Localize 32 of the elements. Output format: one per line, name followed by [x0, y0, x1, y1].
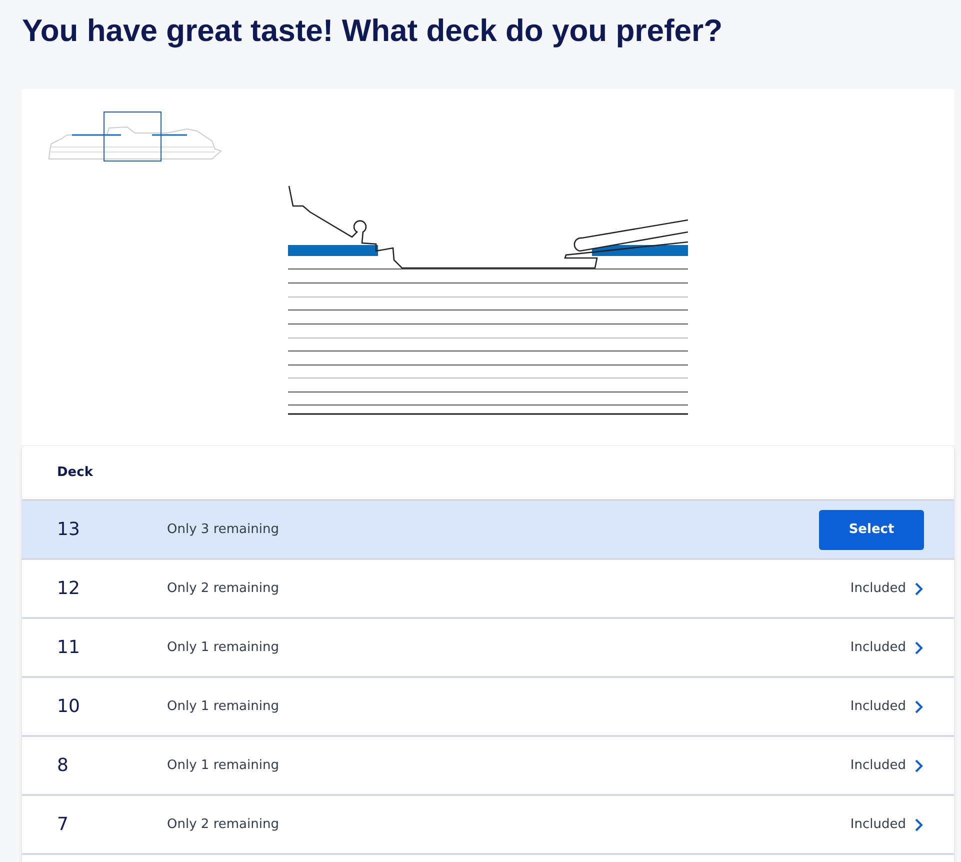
- chevron-right-icon[interactable]: [914, 758, 924, 772]
- deck-number: 8: [57, 755, 70, 776]
- deck-number: 12: [57, 578, 81, 599]
- availability-text: Only 2 remaining: [167, 817, 280, 832]
- deck-number: 11: [57, 637, 81, 658]
- page-heading: You have great taste! What deck do you prefer?: [22, 12, 724, 50]
- chevron-right-icon[interactable]: [914, 640, 924, 654]
- deck-row[interactable]: 11 Only 1 remaining Included: [22, 619, 954, 678]
- chevron-right-icon[interactable]: [914, 818, 924, 832]
- price-text: Included: [850, 581, 906, 596]
- price-text: Included: [850, 758, 906, 773]
- deck-row[interactable]: 12 Only 2 remaining Included: [22, 560, 954, 619]
- deck-row[interactable]: 8 Only 1 remaining Included: [22, 737, 954, 796]
- price-text: Included: [850, 817, 906, 832]
- deck-number: 10: [57, 696, 81, 717]
- price-text: Included: [850, 699, 906, 714]
- deck-number: 13: [57, 519, 81, 540]
- price-text: Included: [850, 640, 906, 655]
- deck-number: 7: [57, 814, 70, 835]
- column-header: Deck: [57, 465, 93, 480]
- deck-row[interactable]: 13 Only 3 remaining Select: [22, 501, 954, 560]
- chevron-right-icon[interactable]: [914, 582, 924, 596]
- deck-row[interactable]: 7 Only 2 remaining Included: [22, 796, 954, 855]
- availability-text: Only 1 remaining: [167, 758, 280, 773]
- viewport-frame[interactable]: [104, 112, 162, 162]
- availability-text: Only 1 remaining: [167, 640, 280, 655]
- availability-text: Only 1 remaining: [167, 699, 280, 714]
- deck-row[interactable]: 10 Only 1 remaining Included: [22, 678, 954, 737]
- chevron-right-icon[interactable]: [914, 700, 924, 714]
- availability-text: Only 3 remaining: [167, 522, 280, 537]
- select-button[interactable]: Select: [819, 510, 924, 550]
- availability-text: Only 2 remaining: [167, 581, 280, 596]
